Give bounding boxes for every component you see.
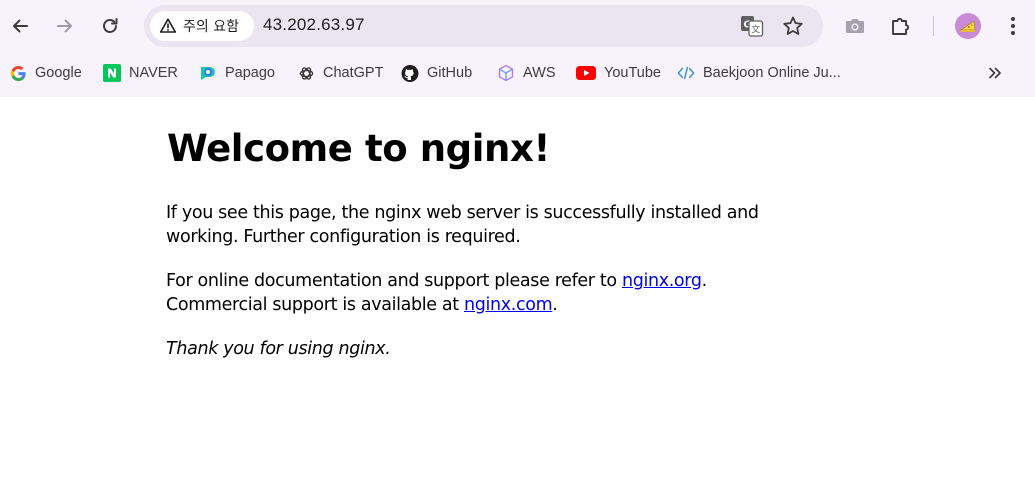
address-bar[interactable]: 주의 요함 43.202.63.97 G 文 [144, 5, 823, 47]
profile-avatar[interactable] [955, 13, 981, 39]
browser-menu-button[interactable] [997, 10, 1029, 42]
naver-icon [103, 64, 121, 82]
bookmark-naver[interactable]: NAVER [103, 61, 178, 85]
support-paragraph: For online documentation and support ple… [166, 269, 806, 317]
cheese-avatar-icon [959, 20, 976, 32]
bookmark-label: Baekjoon Online Ju... [703, 65, 841, 81]
bookmark-github[interactable]: GitHub [401, 61, 472, 85]
commercial-punct: . [552, 295, 558, 315]
forward-button[interactable] [49, 10, 81, 42]
arrow-right-icon [57, 19, 72, 33]
bookmarks-bar: Google NAVER Papago ChatGPT GitHub AWS Y… [0, 56, 1035, 90]
security-chip[interactable]: 주의 요함 [150, 11, 254, 41]
reload-button[interactable] [94, 10, 126, 42]
bookmark-label: GitHub [427, 65, 473, 81]
screenshot-button[interactable] [839, 10, 871, 42]
bookmark-label: AWS [523, 65, 556, 81]
warning-icon [159, 18, 177, 33]
bookmark-label: Google [35, 65, 82, 81]
github-icon [401, 64, 419, 82]
camera-icon [846, 19, 864, 33]
translate-icon: G 文 [741, 16, 764, 37]
commercial-text: Commercial support is available at [166, 295, 464, 315]
chatgpt-icon [297, 64, 315, 82]
page-viewport: Welcome to nginx! If you see this page, … [0, 97, 1035, 488]
bookmark-label: YouTube [604, 65, 661, 81]
toolbar-divider [933, 16, 934, 36]
more-bookmarks-button[interactable] [984, 63, 1006, 83]
browser-toolbar: 주의 요함 43.202.63.97 G 文 [0, 0, 1035, 52]
security-chip-label: 주의 요함 [183, 19, 239, 35]
aws-icon [497, 64, 515, 82]
chevron-double-right-icon [989, 67, 1001, 79]
thanks-paragraph: Thank you for using nginx. [166, 339, 391, 359]
browser-chrome: 주의 요함 43.202.63.97 G 文 Google NAVER Papa… [0, 0, 1035, 97]
puzzle-icon [892, 17, 910, 35]
arrow-left-icon [13, 19, 28, 33]
support-text: For online documentation and support ple… [166, 271, 622, 291]
bookmark-aws[interactable]: AWS [497, 61, 556, 85]
support-punct: . [701, 271, 708, 291]
kebab-menu-icon [1011, 17, 1015, 35]
youtube-icon [576, 64, 596, 82]
google-icon [9, 64, 27, 82]
bookmark-google[interactable]: Google [9, 61, 82, 85]
code-icon [677, 64, 695, 82]
url-text[interactable]: 43.202.63.97 [263, 15, 365, 35]
bookmark-baekjoon[interactable]: Baekjoon Online Ju... [677, 61, 841, 85]
bookmark-chatgpt[interactable]: ChatGPT [297, 61, 383, 85]
reload-icon [103, 18, 118, 33]
bookmark-papago[interactable]: Papago [199, 61, 275, 85]
page-title: Welcome to nginx! [167, 127, 550, 170]
svg-text:文: 文 [751, 24, 760, 36]
bookmark-label: ChatGPT [323, 65, 384, 81]
bookmark-label: NAVER [129, 65, 178, 81]
nginx-org-link[interactable]: nginx.org [622, 271, 702, 291]
papago-icon [199, 64, 217, 82]
bookmark-youtube[interactable]: YouTube [576, 61, 661, 85]
star-icon [783, 16, 803, 35]
bookmark-label: Papago [225, 65, 275, 81]
extensions-button[interactable] [885, 10, 917, 42]
back-button[interactable] [4, 10, 36, 42]
bookmark-star-button[interactable] [781, 14, 805, 38]
nginx-com-link[interactable]: nginx.com [464, 295, 553, 315]
intro-paragraph: If you see this page, the nginx web serv… [166, 203, 759, 247]
translate-button[interactable]: G 文 [740, 14, 764, 38]
